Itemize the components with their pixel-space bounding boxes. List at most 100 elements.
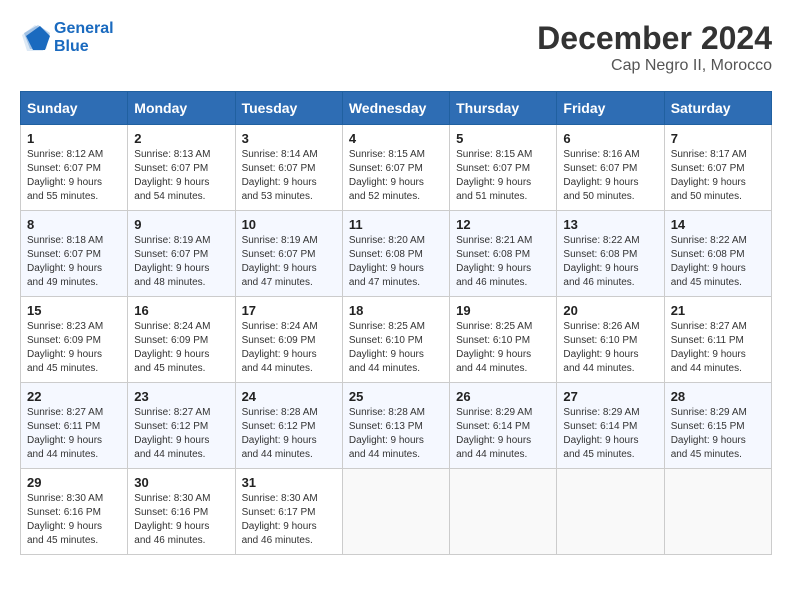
calendar-cell: 6Sunrise: 8:16 AM Sunset: 6:07 PM Daylig… bbox=[557, 125, 664, 211]
day-info: Sunrise: 8:29 AM Sunset: 6:14 PM Dayligh… bbox=[456, 406, 550, 462]
calendar-week-row: 29 Sunrise: 8:30 AM Sunset: 6:16 PM Dayli… bbox=[21, 469, 772, 555]
calendar-cell: 26 Sunrise: 8:29 AM Sunset: 6:14 PM Dayli… bbox=[450, 383, 557, 469]
day-number: 29 bbox=[27, 475, 121, 490]
day-info: Sunrise: 8:25 AM Sunset: 6:10 PM Dayligh… bbox=[349, 320, 443, 376]
calendar-cell: 10 Sunrise: 8:19 AM Sunset: 6:07 PM Dayli… bbox=[235, 211, 342, 297]
calendar-table: SundayMondayTuesdayWednesdayThursdayFrid… bbox=[20, 91, 772, 555]
day-number: 18 bbox=[349, 303, 443, 318]
day-info: Sunrise: 8:27 AM Sunset: 6:11 PM Dayligh… bbox=[27, 406, 121, 462]
calendar-cell: 14 Sunrise: 8:22 AM Sunset: 6:08 PM Dayli… bbox=[664, 211, 771, 297]
day-info: Sunrise: 8:16 AM Sunset: 6:07 PM Dayligh… bbox=[563, 148, 657, 204]
day-number: 25 bbox=[349, 389, 443, 404]
day-number: 7 bbox=[671, 131, 765, 146]
calendar-cell: 18 Sunrise: 8:25 AM Sunset: 6:10 PM Dayli… bbox=[342, 297, 449, 383]
day-info: Sunrise: 8:28 AM Sunset: 6:13 PM Dayligh… bbox=[349, 406, 443, 462]
day-info: Sunrise: 8:18 AM Sunset: 6:07 PM Dayligh… bbox=[27, 234, 121, 290]
calendar-cell: 25 Sunrise: 8:28 AM Sunset: 6:13 PM Dayli… bbox=[342, 383, 449, 469]
day-info: Sunrise: 8:27 AM Sunset: 6:12 PM Dayligh… bbox=[134, 406, 228, 462]
day-info: Sunrise: 8:24 AM Sunset: 6:09 PM Dayligh… bbox=[134, 320, 228, 376]
calendar-cell: 20 Sunrise: 8:26 AM Sunset: 6:10 PM Dayli… bbox=[557, 297, 664, 383]
day-number: 22 bbox=[27, 389, 121, 404]
calendar-cell: 27 Sunrise: 8:29 AM Sunset: 6:14 PM Dayli… bbox=[557, 383, 664, 469]
day-info: Sunrise: 8:15 AM Sunset: 6:07 PM Dayligh… bbox=[349, 148, 443, 204]
day-info: Sunrise: 8:30 AM Sunset: 6:17 PM Dayligh… bbox=[242, 492, 336, 548]
day-info: Sunrise: 8:29 AM Sunset: 6:15 PM Dayligh… bbox=[671, 406, 765, 462]
day-number: 21 bbox=[671, 303, 765, 318]
calendar-cell bbox=[342, 469, 449, 555]
day-info: Sunrise: 8:20 AM Sunset: 6:08 PM Dayligh… bbox=[349, 234, 443, 290]
day-info: Sunrise: 8:19 AM Sunset: 6:07 PM Dayligh… bbox=[134, 234, 228, 290]
day-number: 9 bbox=[134, 217, 228, 232]
day-number: 17 bbox=[242, 303, 336, 318]
day-info: Sunrise: 8:30 AM Sunset: 6:16 PM Dayligh… bbox=[27, 492, 121, 548]
day-info: Sunrise: 8:13 AM Sunset: 6:07 PM Dayligh… bbox=[134, 148, 228, 204]
day-number: 16 bbox=[134, 303, 228, 318]
day-number: 23 bbox=[134, 389, 228, 404]
day-info: Sunrise: 8:29 AM Sunset: 6:14 PM Dayligh… bbox=[563, 406, 657, 462]
calendar-cell: 19 Sunrise: 8:25 AM Sunset: 6:10 PM Dayli… bbox=[450, 297, 557, 383]
calendar-cell: 29 Sunrise: 8:30 AM Sunset: 6:16 PM Dayli… bbox=[21, 469, 128, 555]
calendar-cell: 7Sunrise: 8:17 AM Sunset: 6:07 PM Daylig… bbox=[664, 125, 771, 211]
day-number: 12 bbox=[456, 217, 550, 232]
calendar-cell: 16 Sunrise: 8:24 AM Sunset: 6:09 PM Dayli… bbox=[128, 297, 235, 383]
calendar-cell: 22 Sunrise: 8:27 AM Sunset: 6:11 PM Dayli… bbox=[21, 383, 128, 469]
day-info: Sunrise: 8:15 AM Sunset: 6:07 PM Dayligh… bbox=[456, 148, 550, 204]
day-number: 20 bbox=[563, 303, 657, 318]
header-friday: Friday bbox=[557, 92, 664, 125]
day-number: 31 bbox=[242, 475, 336, 490]
day-info: Sunrise: 8:22 AM Sunset: 6:08 PM Dayligh… bbox=[671, 234, 765, 290]
calendar-header-row: SundayMondayTuesdayWednesdayThursdayFrid… bbox=[21, 92, 772, 125]
page-header: General Blue December 2024 Cap Negro II,… bbox=[20, 20, 772, 75]
location-title: Cap Negro II, Morocco bbox=[537, 57, 772, 75]
title-area: December 2024 Cap Negro II, Morocco bbox=[537, 20, 772, 75]
day-number: 26 bbox=[456, 389, 550, 404]
calendar-week-row: 1Sunrise: 8:12 AM Sunset: 6:07 PM Daylig… bbox=[21, 125, 772, 211]
day-info: Sunrise: 8:25 AM Sunset: 6:10 PM Dayligh… bbox=[456, 320, 550, 376]
day-info: Sunrise: 8:22 AM Sunset: 6:08 PM Dayligh… bbox=[563, 234, 657, 290]
calendar-week-row: 8Sunrise: 8:18 AM Sunset: 6:07 PM Daylig… bbox=[21, 211, 772, 297]
calendar-cell: 13Sunrise: 8:22 AM Sunset: 6:08 PM Dayli… bbox=[557, 211, 664, 297]
day-number: 2 bbox=[134, 131, 228, 146]
day-number: 15 bbox=[27, 303, 121, 318]
header-thursday: Thursday bbox=[450, 92, 557, 125]
header-saturday: Saturday bbox=[664, 92, 771, 125]
month-title: December 2024 bbox=[537, 20, 772, 57]
day-info: Sunrise: 8:27 AM Sunset: 6:11 PM Dayligh… bbox=[671, 320, 765, 376]
calendar-cell: 15Sunrise: 8:23 AM Sunset: 6:09 PM Dayli… bbox=[21, 297, 128, 383]
logo: General Blue bbox=[20, 20, 114, 56]
day-number: 19 bbox=[456, 303, 550, 318]
day-info: Sunrise: 8:28 AM Sunset: 6:12 PM Dayligh… bbox=[242, 406, 336, 462]
day-number: 14 bbox=[671, 217, 765, 232]
header-tuesday: Tuesday bbox=[235, 92, 342, 125]
calendar-cell: 4Sunrise: 8:15 AM Sunset: 6:07 PM Daylig… bbox=[342, 125, 449, 211]
day-info: Sunrise: 8:21 AM Sunset: 6:08 PM Dayligh… bbox=[456, 234, 550, 290]
calendar-week-row: 22 Sunrise: 8:27 AM Sunset: 6:11 PM Dayli… bbox=[21, 383, 772, 469]
day-info: Sunrise: 8:14 AM Sunset: 6:07 PM Dayligh… bbox=[242, 148, 336, 204]
day-number: 24 bbox=[242, 389, 336, 404]
calendar-cell: 5Sunrise: 8:15 AM Sunset: 6:07 PM Daylig… bbox=[450, 125, 557, 211]
day-info: Sunrise: 8:19 AM Sunset: 6:07 PM Dayligh… bbox=[242, 234, 336, 290]
calendar-cell: 2 Sunrise: 8:13 AM Sunset: 6:07 PM Daylig… bbox=[128, 125, 235, 211]
calendar-week-row: 15Sunrise: 8:23 AM Sunset: 6:09 PM Dayli… bbox=[21, 297, 772, 383]
day-number: 27 bbox=[563, 389, 657, 404]
calendar-cell: 12 Sunrise: 8:21 AM Sunset: 6:08 PM Dayli… bbox=[450, 211, 557, 297]
day-number: 28 bbox=[671, 389, 765, 404]
calendar-cell: 9 Sunrise: 8:19 AM Sunset: 6:07 PM Daylig… bbox=[128, 211, 235, 297]
header-sunday: Sunday bbox=[21, 92, 128, 125]
day-info: Sunrise: 8:30 AM Sunset: 6:16 PM Dayligh… bbox=[134, 492, 228, 548]
day-info: Sunrise: 8:26 AM Sunset: 6:10 PM Dayligh… bbox=[563, 320, 657, 376]
day-number: 30 bbox=[134, 475, 228, 490]
logo-icon bbox=[20, 23, 50, 53]
day-number: 1 bbox=[27, 131, 121, 146]
calendar-cell: 11 Sunrise: 8:20 AM Sunset: 6:08 PM Dayli… bbox=[342, 211, 449, 297]
logo-text: General Blue bbox=[54, 20, 114, 56]
day-number: 11 bbox=[349, 217, 443, 232]
calendar-cell: 28 Sunrise: 8:29 AM Sunset: 6:15 PM Dayli… bbox=[664, 383, 771, 469]
calendar-cell: 30 Sunrise: 8:30 AM Sunset: 6:16 PM Dayli… bbox=[128, 469, 235, 555]
day-number: 10 bbox=[242, 217, 336, 232]
calendar-cell bbox=[664, 469, 771, 555]
calendar-cell: 3Sunrise: 8:14 AM Sunset: 6:07 PM Daylig… bbox=[235, 125, 342, 211]
header-wednesday: Wednesday bbox=[342, 92, 449, 125]
calendar-cell: 31 Sunrise: 8:30 AM Sunset: 6:17 PM Dayli… bbox=[235, 469, 342, 555]
calendar-cell: 17Sunrise: 8:24 AM Sunset: 6:09 PM Dayli… bbox=[235, 297, 342, 383]
